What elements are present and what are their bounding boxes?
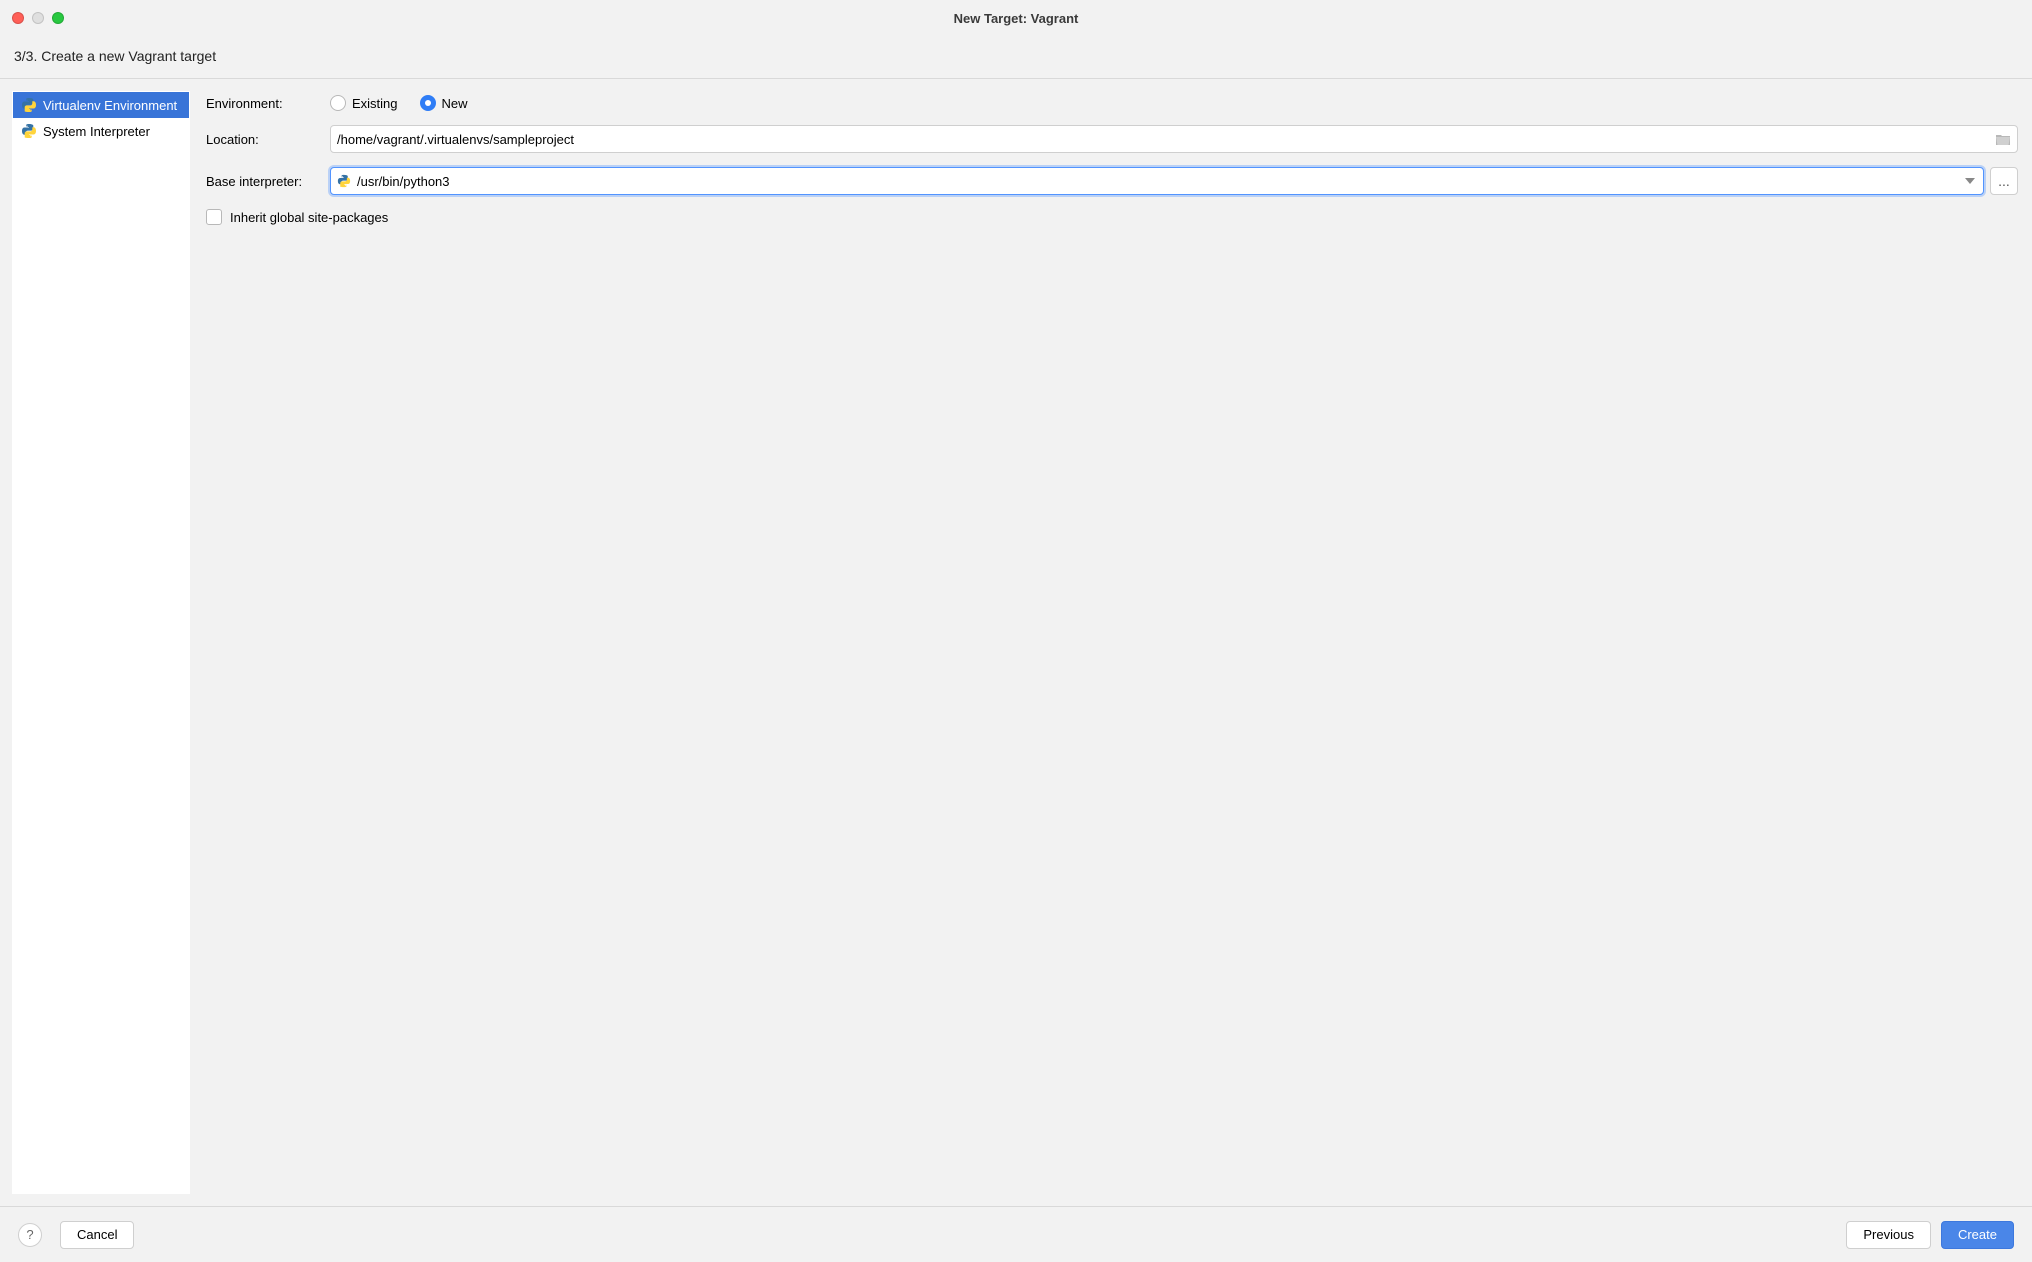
inherit-checkbox[interactable]: Inherit global site-packages (206, 209, 2018, 225)
button-label: Previous (1863, 1227, 1914, 1242)
minimize-icon (32, 12, 44, 24)
sidebar-item-system-interpreter[interactable]: System Interpreter (13, 118, 189, 144)
virtualenv-form: Environment: Existing New Location: /hom… (206, 91, 2018, 1194)
base-interpreter-label: Base interpreter: (206, 174, 318, 189)
base-interpreter-dropdown[interactable]: /usr/bin/python3 (330, 167, 1984, 195)
checkbox-label: Inherit global site-packages (230, 210, 388, 225)
chevron-down-icon (1965, 178, 1975, 184)
environment-label: Environment: (206, 96, 318, 111)
folder-icon[interactable] (1995, 132, 2011, 146)
python-icon (337, 174, 351, 188)
python-icon (21, 97, 37, 113)
checkbox-icon (206, 209, 222, 225)
content-area: Virtualenv Environment System Interprete… (0, 79, 2032, 1206)
sidebar-item-label: System Interpreter (43, 124, 150, 139)
environment-row: Environment: Existing New (206, 95, 2018, 111)
maximize-icon[interactable] (52, 12, 64, 24)
previous-button[interactable]: Previous (1846, 1221, 1931, 1249)
radio-label: New (442, 96, 468, 111)
base-interpreter-row: Base interpreter: /usr/bin/python3 ... (206, 167, 2018, 195)
ellipsis-icon: ... (1998, 173, 2010, 189)
cancel-button[interactable]: Cancel (60, 1221, 134, 1249)
help-button[interactable]: ? (18, 1223, 42, 1247)
button-label: Cancel (77, 1227, 117, 1242)
environment-radio-group: Existing New (330, 95, 468, 111)
radio-indicator-icon (330, 95, 346, 111)
window-title: New Target: Vagrant (0, 11, 2032, 26)
sidebar-item-virtualenv[interactable]: Virtualenv Environment (13, 92, 189, 118)
close-icon[interactable] (12, 12, 24, 24)
button-label: Create (1958, 1227, 1997, 1242)
radio-new[interactable]: New (420, 95, 468, 111)
base-interpreter-value: /usr/bin/python3 (357, 174, 450, 189)
python-icon (21, 123, 37, 139)
location-row: Location: /home/vagrant/.virtualenvs/sam… (206, 125, 2018, 153)
browse-interpreter-button[interactable]: ... (1990, 167, 2018, 195)
help-icon: ? (26, 1227, 33, 1242)
titlebar: New Target: Vagrant (0, 0, 2032, 36)
interpreter-type-list: Virtualenv Environment System Interprete… (12, 91, 190, 1194)
location-input[interactable]: /home/vagrant/.virtualenvs/sampleproject (330, 125, 2018, 153)
location-label: Location: (206, 132, 318, 147)
radio-existing[interactable]: Existing (330, 95, 398, 111)
radio-label: Existing (352, 96, 398, 111)
dialog-footer: ? Cancel Previous Create (0, 1206, 2032, 1262)
location-value: /home/vagrant/.virtualenvs/sampleproject (337, 132, 574, 147)
radio-indicator-icon (420, 95, 436, 111)
window-controls (12, 12, 64, 24)
sidebar-item-label: Virtualenv Environment (43, 98, 177, 113)
create-button[interactable]: Create (1941, 1221, 2014, 1249)
step-label: 3/3. Create a new Vagrant target (0, 36, 2032, 79)
